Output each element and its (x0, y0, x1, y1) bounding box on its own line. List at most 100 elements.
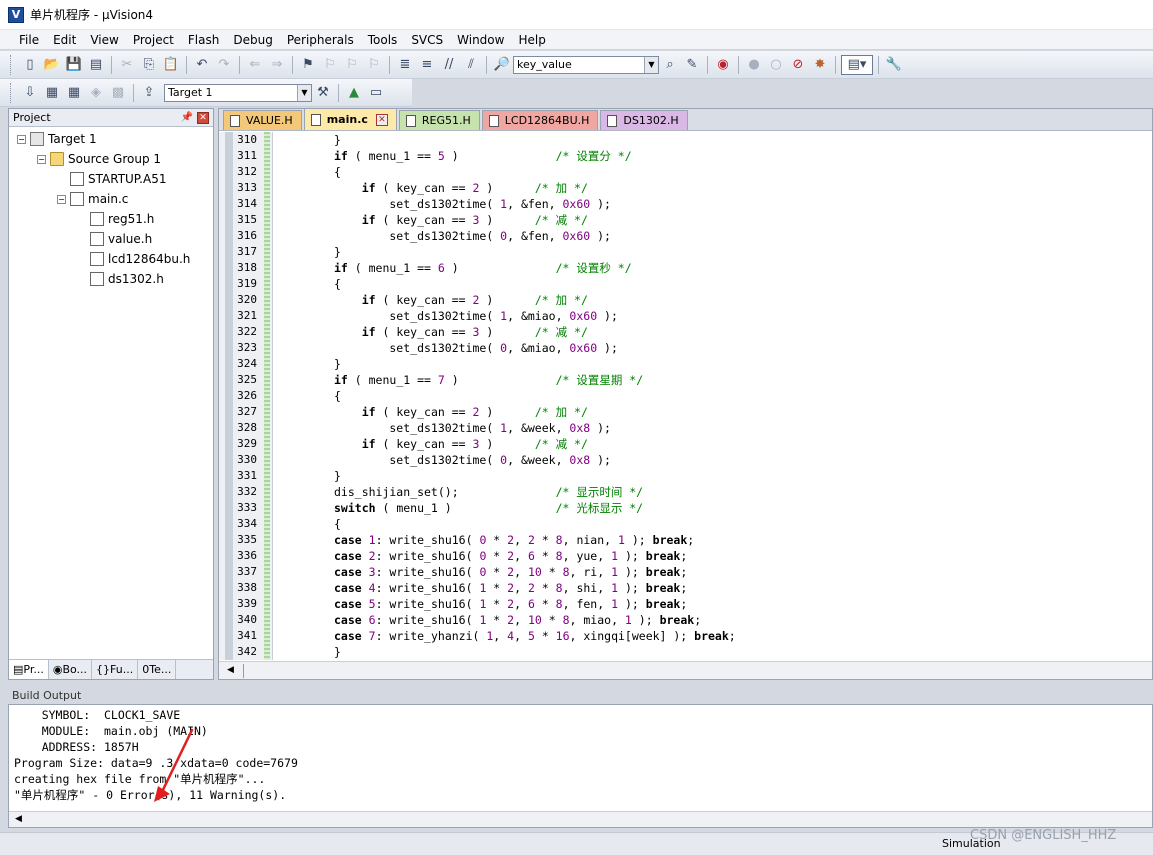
nav-forward-icon[interactable]: ⇒ (267, 55, 287, 75)
tree-item[interactable]: − Source Group 1 (9, 149, 213, 169)
tab-functions[interactable]: {} Fu... (92, 660, 139, 679)
bookmark-prev-icon[interactable]: ⚐ (320, 55, 340, 75)
code-line[interactable]: 323 set_ds1302time( 0, &miao, 0x60 ); (219, 340, 1152, 356)
bookmark-toggle-icon[interactable]: ⚑ (298, 55, 318, 75)
code-line[interactable]: 342} (219, 644, 1152, 660)
scroll-left-icon[interactable]: ◀ (227, 665, 234, 675)
code-line[interactable]: 336 case 2: write_shu16( 0 * 2, 6 * 8, yu… (219, 548, 1152, 564)
code-line[interactable]: 320 if ( key_can == 2 ) /* 加 */ (219, 292, 1152, 308)
file-tab[interactable]: LCD12864BU.H (481, 110, 599, 130)
code-line[interactable]: 311 if ( menu_1 == 5 ) /* 设置分 */ (219, 148, 1152, 164)
code-line[interactable]: 341 case 7: write_yhanzi( 1, 4, 5 * 16, x… (219, 628, 1152, 644)
nav-back-icon[interactable]: ⇐ (245, 55, 265, 75)
code-line[interactable]: 316 set_ds1302time( 0, &fen, 0x60 ); (219, 228, 1152, 244)
new-file-icon[interactable]: ▯ (20, 55, 40, 75)
translate-icon[interactable]: ⇩ (20, 83, 40, 103)
code-line[interactable]: 312 { (219, 164, 1152, 180)
menu-project[interactable]: Project (126, 31, 181, 49)
code-line[interactable]: 339 case 5: write_shu16( 1 * 2, 6 * 8, fe… (219, 596, 1152, 612)
build-output-scrollbar[interactable]: ◀ (9, 811, 1152, 827)
code-line[interactable]: 330 set_ds1302time( 0, &week, 0x8 ); (219, 452, 1152, 468)
bookmark-clear-icon[interactable]: ⚐ (364, 55, 384, 75)
code-line[interactable]: 313 if ( key_can == 2 ) /* 加 */ (219, 180, 1152, 196)
tree-item[interactable]: − main.c (9, 189, 213, 209)
code-line[interactable]: 314 set_ds1302time( 1, &fen, 0x60 ); (219, 196, 1152, 212)
breakpoint-disable-all-icon[interactable]: ⊘ (788, 55, 808, 75)
code-line[interactable]: 340 case 6: write_shu16( 1 * 2, 10 * 8, m… (219, 612, 1152, 628)
code-line[interactable]: 326 { (219, 388, 1152, 404)
menu-debug[interactable]: Debug (226, 31, 279, 49)
rebuild-icon[interactable]: ▦ (64, 83, 84, 103)
tree-expander-icon[interactable]: − (37, 154, 46, 164)
unindent-icon[interactable]: ≡ (417, 55, 437, 75)
menu-peripherals[interactable]: Peripherals (280, 31, 361, 49)
batch-build-icon[interactable]: ◈ (86, 83, 106, 103)
save-icon[interactable]: 💾 (64, 55, 84, 75)
tree-expander-icon[interactable]: − (17, 134, 26, 144)
code-line[interactable]: 310} (219, 132, 1152, 148)
tree-item[interactable]: lcd12864bu.h (9, 249, 213, 269)
redo-icon[interactable]: ↷ (214, 55, 234, 75)
breakpoint-enable-icon[interactable]: ○ (766, 55, 786, 75)
code-line[interactable]: 338 case 4: write_shu16( 1 * 2, 2 * 8, sh… (219, 580, 1152, 596)
target-select[interactable]: Target 1 ▼ (164, 83, 312, 102)
tree-item[interactable]: − Target 1 (9, 129, 213, 149)
find-combo[interactable]: key_value ▼ (513, 55, 659, 74)
scroll-left-icon[interactable]: ◀ (15, 814, 22, 824)
code-line[interactable]: 325 if ( menu_1 == 7 ) /* 设置星期 */ (219, 372, 1152, 388)
code-line[interactable]: 324} (219, 356, 1152, 372)
tree-item[interactable]: ds1302.h (9, 269, 213, 289)
copy-icon[interactable]: ⎘ (139, 55, 159, 75)
bookmark-next-icon[interactable]: ⚐ (342, 55, 362, 75)
code-line[interactable]: 318 if ( menu_1 == 6 ) /* 设置秒 */ (219, 260, 1152, 276)
tab-project[interactable]: ▤ Pr... (9, 660, 49, 679)
breakpoint-kill-all-icon[interactable]: ✸ (810, 55, 830, 75)
open-folder-icon[interactable]: 📂 (42, 55, 62, 75)
tree-item[interactable]: reg51.h (9, 209, 213, 229)
cut-icon[interactable]: ✂ (117, 55, 137, 75)
stop-build-icon[interactable]: ▩ (108, 83, 128, 103)
find-icon[interactable]: ⌕ (660, 55, 680, 75)
code-line[interactable]: 335 case 1: write_shu16( 0 * 2, 2 * 8, ni… (219, 532, 1152, 548)
window-layout-icon[interactable]: ▤▾ (841, 54, 873, 75)
save-all-icon[interactable]: ▤ (86, 55, 106, 75)
file-tab[interactable]: REG51.H (398, 110, 480, 130)
file-tab[interactable]: DS1302.H (600, 110, 688, 130)
file-tab[interactable]: VALUE.H (223, 110, 302, 130)
breakpoint-insert-icon[interactable]: ● (744, 55, 764, 75)
code-line[interactable]: 327 if ( key_can == 2 ) /* 加 */ (219, 404, 1152, 420)
menu-svcs[interactable]: SVCS (404, 31, 450, 49)
chevron-down-icon[interactable]: ▼ (644, 56, 658, 73)
menu-help[interactable]: Help (511, 31, 552, 49)
code-line[interactable]: 334 { (219, 516, 1152, 532)
tab-books[interactable]: ◉ Bo... (49, 660, 93, 679)
paste-icon[interactable]: 📋 (161, 55, 181, 75)
code-line[interactable]: 337 case 3: write_shu16( 0 * 2, 10 * 8, r… (219, 564, 1152, 580)
code-line[interactable]: 319 { (219, 276, 1152, 292)
menu-flash[interactable]: Flash (181, 31, 226, 49)
find-in-files-icon[interactable]: 🔎 (492, 55, 512, 75)
select-packs-icon[interactable]: ▭ (366, 83, 386, 103)
chevron-down-icon[interactable]: ▼ (297, 84, 311, 101)
code-line[interactable]: 328 set_ds1302time( 1, &week, 0x8 ); (219, 420, 1152, 436)
undo-icon[interactable]: ↶ (192, 55, 212, 75)
close-tab-icon[interactable]: ✕ (375, 113, 388, 126)
code-line[interactable]: 322 if ( key_can == 3 ) /* 减 */ (219, 324, 1152, 340)
code-line[interactable]: 331} (219, 468, 1152, 484)
toolbar-grip[interactable] (10, 82, 13, 103)
editor-horizontal-scrollbar[interactable]: ◀ (219, 661, 1152, 679)
target-options-icon[interactable]: ⚒ (313, 83, 333, 103)
toolbar-grip[interactable] (10, 54, 13, 75)
debug-start-icon[interactable]: ◉ (713, 55, 733, 75)
menu-file[interactable]: File (12, 31, 46, 49)
file-tab[interactable]: main.c ✕ (303, 108, 397, 130)
menu-window[interactable]: Window (450, 31, 511, 49)
incremental-find-icon[interactable]: ✎ (682, 55, 702, 75)
menu-view[interactable]: View (83, 31, 125, 49)
configure-icon[interactable]: 🔧 (884, 55, 904, 75)
code-line[interactable]: 315 if ( key_can == 3 ) /* 减 */ (219, 212, 1152, 228)
manage-components-icon[interactable]: ▲ (344, 83, 364, 103)
code-line[interactable]: 332 dis_shijian_set(); /* 显示时间 */ (219, 484, 1152, 500)
code-line[interactable]: 329 if ( key_can == 3 ) /* 减 */ (219, 436, 1152, 452)
tab-templates[interactable]: 0 Te... (138, 660, 177, 679)
